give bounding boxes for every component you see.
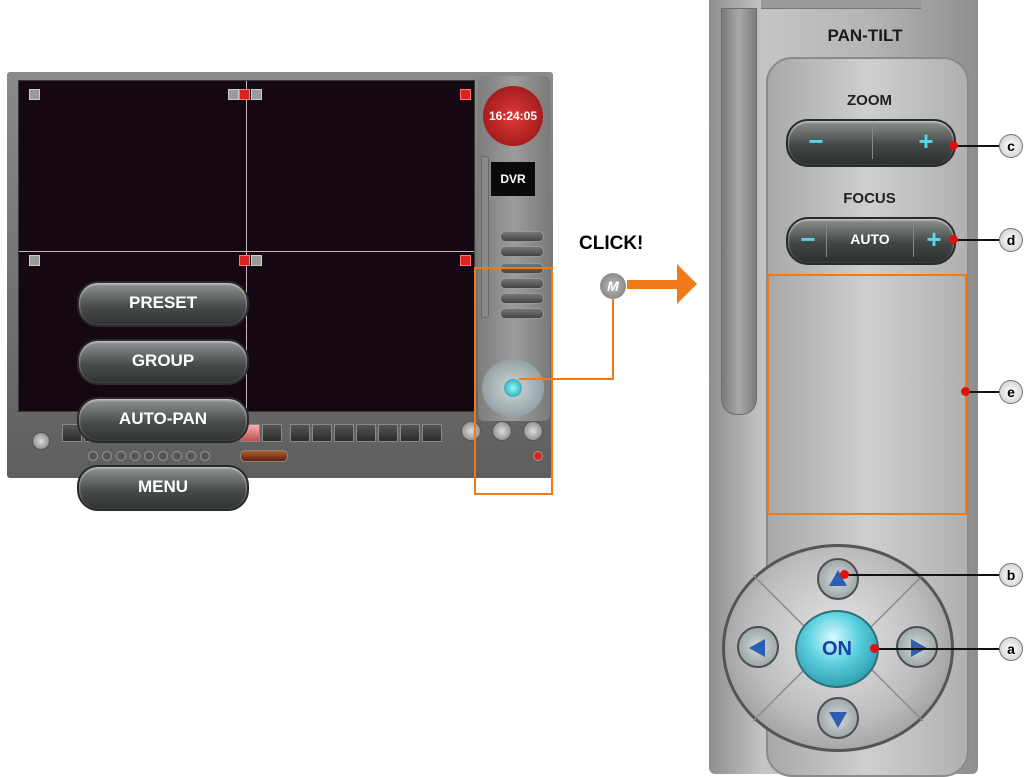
callout-badge-a: a <box>999 637 1023 661</box>
divider <box>872 123 873 159</box>
camera-icon <box>251 255 262 266</box>
arrow-head-icon <box>677 264 697 304</box>
callout-badge-d: d <box>999 228 1023 252</box>
channel-button[interactable] <box>400 424 420 442</box>
record-icon <box>239 255 250 266</box>
focus-auto-button[interactable]: AUTO <box>828 219 912 263</box>
click-label: CLICK! <box>579 233 644 254</box>
record-icon <box>460 255 471 266</box>
focus-far-button[interactable]: + <box>916 219 952 263</box>
channel-button[interactable] <box>334 424 354 442</box>
channel-button[interactable] <box>378 424 398 442</box>
status-dot <box>116 451 126 461</box>
menu-highlight-box <box>767 274 967 515</box>
zoom-in-button[interactable]: + <box>906 121 946 165</box>
panel-title: PAN-TILT <box>827 26 903 45</box>
status-bar-button[interactable] <box>240 450 288 462</box>
auto-pan-button[interactable]: AUTO-PAN <box>77 397 249 443</box>
menu-button[interactable]: MENU <box>77 465 249 511</box>
dvr-logo: DVR <box>491 162 535 196</box>
panel-slider-track[interactable] <box>721 8 757 415</box>
callout-badge-c: c <box>999 134 1023 158</box>
status-dot <box>130 451 140 461</box>
divider <box>913 221 914 257</box>
callout-dot <box>949 141 958 150</box>
callout-line <box>874 648 999 650</box>
callout-badge-b: b <box>999 563 1023 587</box>
arrow-left-icon <box>749 639 765 657</box>
grid-divider-horizontal <box>19 251 474 252</box>
mini-focus-button[interactable] <box>500 246 544 257</box>
preset-button[interactable]: PRESET <box>77 281 249 327</box>
status-dot <box>186 451 196 461</box>
callout-dot <box>961 387 970 396</box>
clock-time: 16:24:05 <box>488 109 538 123</box>
arrow-right-icon <box>627 280 679 289</box>
callout-dot <box>949 235 958 244</box>
callout-badge-e: e <box>999 380 1023 404</box>
power-icon[interactable] <box>32 432 50 450</box>
camera-icon <box>228 89 239 100</box>
focus-control: − AUTO + <box>786 217 956 265</box>
channel-button[interactable] <box>356 424 376 442</box>
camera-icon <box>29 89 40 100</box>
status-dot <box>158 451 168 461</box>
status-dot <box>88 451 98 461</box>
camera-icon <box>29 255 40 266</box>
camera-icon <box>251 89 262 100</box>
playback-button[interactable] <box>262 424 282 442</box>
channel-button[interactable] <box>290 424 310 442</box>
zoom-label: ZOOM <box>847 92 892 109</box>
clock-display: 16:24:05 <box>483 86 543 146</box>
mini-zoom-button[interactable] <box>500 231 544 242</box>
status-dot <box>102 451 112 461</box>
channel-button[interactable] <box>422 424 442 442</box>
pan-right-button[interactable] <box>896 626 938 668</box>
callout-dot <box>840 570 849 579</box>
status-dot <box>172 451 182 461</box>
connector-line <box>612 290 614 380</box>
zoom-control: − + <box>786 119 956 167</box>
callout-line <box>844 574 999 576</box>
callout-line <box>953 145 999 147</box>
tilt-down-button[interactable] <box>817 697 859 739</box>
pan-left-button[interactable] <box>737 626 779 668</box>
zoom-out-button[interactable]: − <box>796 121 836 165</box>
status-dot <box>200 451 210 461</box>
divider <box>826 221 827 257</box>
ptz-on-button[interactable]: ON <box>795 610 879 688</box>
m-icon: M <box>600 273 626 299</box>
focus-label: FOCUS <box>843 190 896 207</box>
callout-line <box>965 391 999 393</box>
connector-line <box>519 378 613 380</box>
arrow-down-icon <box>829 712 847 728</box>
record-icon <box>460 89 471 100</box>
tilt-up-button[interactable] <box>817 558 859 600</box>
ptz-highlight-box-small <box>474 267 553 495</box>
panel-top-edge <box>761 0 921 9</box>
callout-line <box>953 239 999 241</box>
channel-button[interactable] <box>312 424 332 442</box>
focus-near-button[interactable]: − <box>790 219 826 263</box>
status-dot <box>144 451 154 461</box>
group-button[interactable]: GROUP <box>77 339 249 385</box>
record-icon <box>239 89 250 100</box>
callout-dot <box>870 644 879 653</box>
